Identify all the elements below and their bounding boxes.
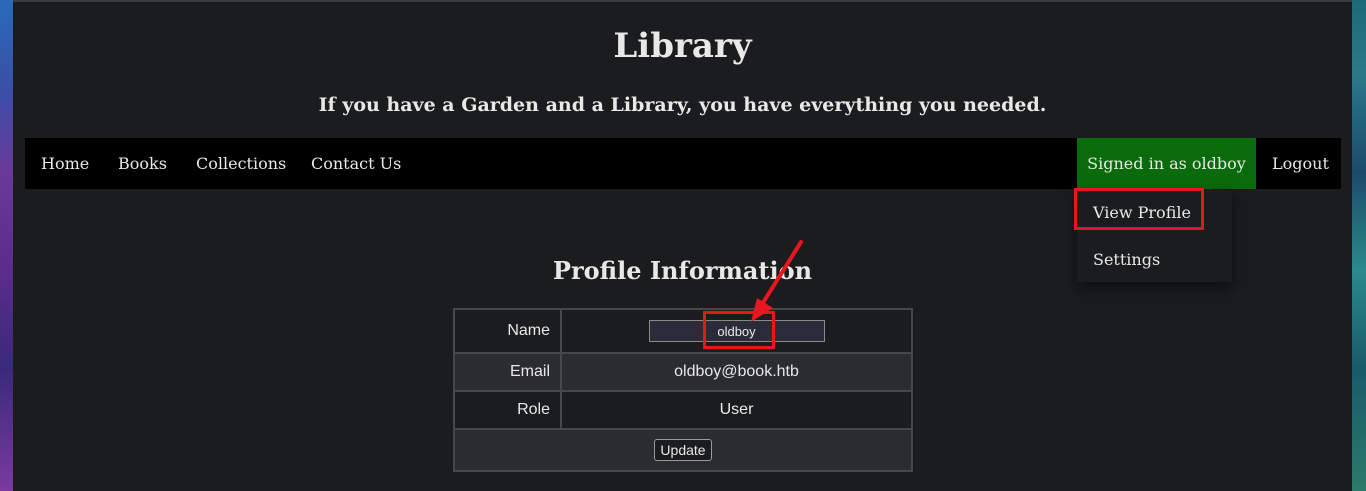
browser-page: Library If you have a Garden and a Libra…: [13, 0, 1352, 491]
email-label: Email: [453, 352, 562, 392]
update-button[interactable]: Update: [654, 439, 712, 461]
nav-home-link[interactable]: Home: [41, 138, 89, 189]
site-title: Library: [613, 26, 752, 66]
profile-title: Profile Information: [552, 256, 813, 285]
email-value: oldboy@book.htb: [560, 352, 913, 392]
update-cell: Update: [453, 428, 913, 472]
site-tagline: If you have a Garden and a Library, you …: [318, 94, 1047, 116]
table-row: Update: [453, 428, 913, 472]
desktop-background-right: [1352, 0, 1366, 491]
name-label: Name: [453, 308, 562, 354]
profile-table: Name Email oldboy@book.htb Role User Upd…: [453, 308, 913, 472]
desktop-background-left: [0, 0, 13, 491]
role-label: Role: [453, 390, 562, 430]
table-row: Role User: [453, 390, 913, 430]
nav-collections-link[interactable]: Collections: [196, 138, 286, 189]
navbar: Home Books Collections Contact Us Signed…: [25, 138, 1341, 189]
logout-link[interactable]: Logout: [1272, 138, 1329, 189]
table-row: Email oldboy@book.htb: [453, 352, 913, 392]
user-menu-toggle[interactable]: Signed in as oldboy: [1077, 138, 1256, 189]
view-profile-highlight: [1074, 188, 1204, 230]
nav-contact-link[interactable]: Contact Us: [311, 138, 401, 189]
nav-books-link[interactable]: Books: [118, 138, 167, 189]
role-value: User: [560, 390, 913, 430]
table-row: Name: [453, 308, 913, 354]
annotation-arrow-icon: [751, 240, 803, 322]
